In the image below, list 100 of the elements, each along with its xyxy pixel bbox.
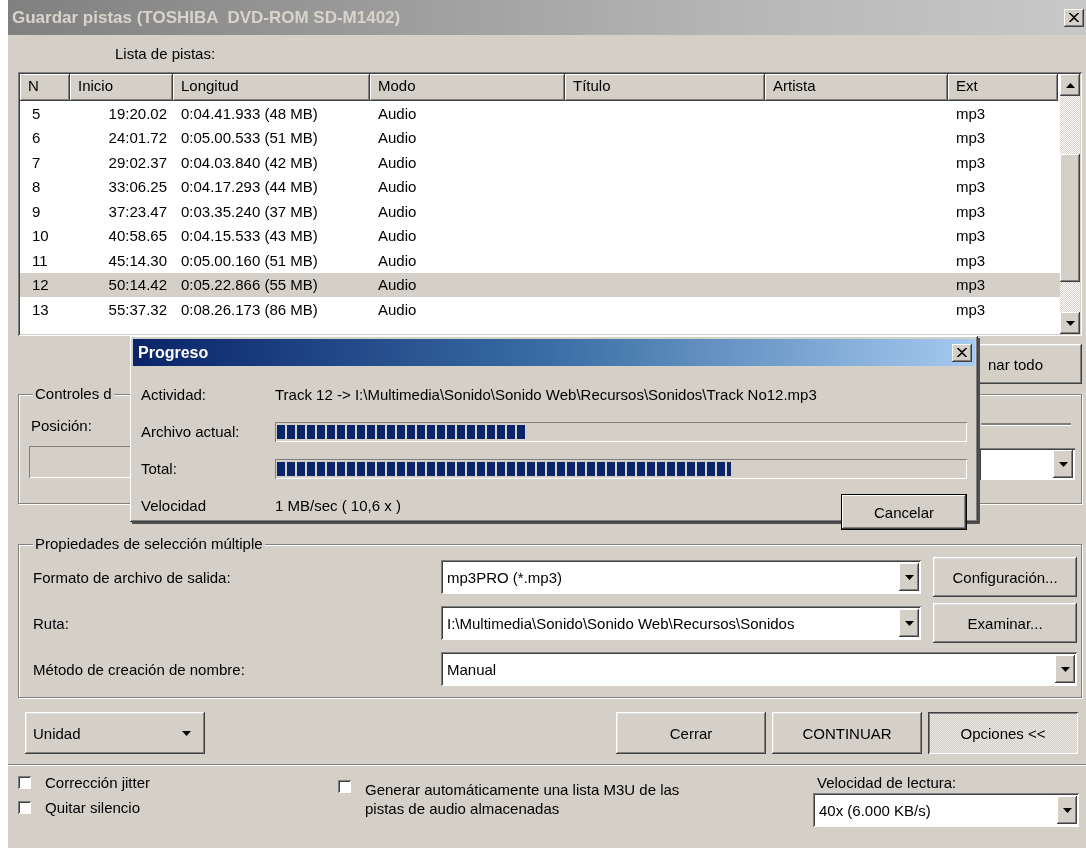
slider-track[interactable] bbox=[981, 423, 1071, 426]
checkbox-option[interactable]: Corrección jitter bbox=[18, 774, 338, 791]
dropdown-arrow-icon bbox=[1060, 666, 1070, 672]
table-cell: mp3 bbox=[956, 104, 986, 122]
dropdown-field[interactable]: Manual bbox=[441, 652, 1077, 686]
track-row[interactable]: 6 24:01.72 0:05.00.533 (51 MB) Audio mp3 bbox=[20, 125, 1060, 150]
table-cell: 5 bbox=[32, 104, 41, 122]
checkbox[interactable] bbox=[18, 776, 31, 789]
field-label: Velocidad bbox=[141, 497, 208, 514]
group-title: Propiedades de selección múltiple bbox=[33, 535, 265, 552]
table-cell: 55:37.32 bbox=[108, 300, 167, 318]
dropdown-arrow-icon bbox=[1058, 461, 1068, 467]
checkbox-option[interactable]: Generar automáticamente una lista M3U de las pistas de audio almacenadas bbox=[338, 780, 813, 818]
read-speed-label: Velocidad de lectura: bbox=[816, 774, 958, 791]
dropdown-button[interactable] bbox=[899, 609, 920, 637]
table-cell: 0:05.00.160 (51 MB) bbox=[181, 251, 318, 269]
table-cell: 10 bbox=[32, 227, 49, 245]
table-cell: mp3 bbox=[956, 129, 986, 147]
table-cell: mp3 bbox=[956, 153, 986, 171]
column-header[interactable]: Artista bbox=[765, 74, 948, 101]
table-cell: Audio bbox=[378, 251, 417, 269]
track-row[interactable]: 5 19:20.02 0:04.41.933 (48 MB) Audio mp3 bbox=[20, 101, 1060, 126]
scroll-down-button[interactable] bbox=[1060, 312, 1080, 334]
table-cell: 37:23.47 bbox=[108, 202, 167, 220]
caret-icon bbox=[182, 730, 191, 736]
column-header[interactable]: Longitud bbox=[173, 74, 370, 101]
dropdown-field[interactable] bbox=[979, 448, 1075, 480]
table-cell: 7 bbox=[32, 153, 41, 171]
table-cell: 8 bbox=[32, 178, 41, 196]
scroll-thumb[interactable] bbox=[1060, 154, 1080, 282]
table-cell: Audio bbox=[378, 178, 417, 196]
table-cell: mp3 bbox=[956, 178, 986, 196]
checkbox[interactable] bbox=[338, 780, 351, 793]
close-icon bbox=[1069, 13, 1079, 22]
field-value: 1 MB/sec ( 10,6 x ) bbox=[275, 497, 401, 514]
track-row[interactable]: 9 37:23.47 0:03.35.240 (37 MB) Audio mp3 bbox=[20, 199, 1060, 224]
dialog-button[interactable]: CONTINUAR bbox=[772, 712, 922, 754]
column-header[interactable]: N bbox=[20, 74, 70, 101]
drive-dropdown-button[interactable]: Unidad bbox=[25, 712, 205, 754]
down-arrow-icon bbox=[1065, 320, 1075, 326]
field-label: Ruta: bbox=[33, 614, 70, 632]
checkbox-option[interactable]: Quitar silencio bbox=[18, 799, 338, 816]
table-cell: 19:20.02 bbox=[108, 104, 167, 122]
checkbox[interactable] bbox=[18, 801, 31, 814]
column-header[interactable]: Inicio bbox=[70, 74, 173, 101]
table-cell: Audio bbox=[378, 104, 417, 122]
table-cell: 40:58.65 bbox=[108, 227, 167, 245]
table-cell: 0:04.15.533 (43 MB) bbox=[181, 227, 318, 245]
dialog-button[interactable]: Cerrar bbox=[616, 712, 766, 754]
table-cell: 45:14.30 bbox=[108, 251, 167, 269]
action-button[interactable]: Configuración... bbox=[933, 557, 1077, 597]
dropdown-button[interactable] bbox=[1057, 796, 1077, 824]
field-label: Método de creación de nombre: bbox=[33, 660, 246, 678]
column-header[interactable]: Título bbox=[565, 74, 765, 101]
table-cell: Audio bbox=[378, 129, 417, 147]
close-button[interactable] bbox=[952, 343, 972, 362]
track-row[interactable]: 12 50:14.42 0:05.22.866 (55 MB) Audio mp3 bbox=[20, 272, 1060, 297]
table-cell: 6 bbox=[32, 129, 41, 147]
dropdown-button[interactable] bbox=[899, 563, 920, 591]
field-label: Actividad: bbox=[141, 386, 208, 403]
table-cell: 13 bbox=[32, 300, 49, 318]
table-cell: 11 bbox=[32, 251, 48, 269]
track-row[interactable]: 13 55:37.32 0:08.26.173 (86 MB) Audio mp3 bbox=[20, 297, 1060, 322]
table-cell: 50:14.42 bbox=[108, 276, 167, 294]
table-cell: 24:01.72 bbox=[108, 129, 167, 147]
track-row[interactable]: 10 40:58.65 0:04.15.533 (43 MB) Audio mp3 bbox=[20, 223, 1060, 248]
field-label: Formato de archivo de salida: bbox=[33, 568, 232, 586]
table-cell: mp3 bbox=[956, 251, 986, 269]
position-label: Posición: bbox=[31, 417, 92, 434]
table-cell: Audio bbox=[378, 202, 417, 220]
table-cell: 33:06.25 bbox=[108, 178, 167, 196]
field-label: Archivo actual: bbox=[141, 423, 241, 440]
table-cell: 0:08.26.173 (86 MB) bbox=[181, 300, 318, 318]
table-cell: Audio bbox=[378, 300, 417, 318]
action-button[interactable]: Examinar... bbox=[933, 603, 1077, 643]
scroll-up-button[interactable] bbox=[1060, 74, 1080, 96]
cancel-button[interactable]: Cancelar bbox=[841, 494, 967, 530]
table-cell: mp3 bbox=[956, 202, 986, 220]
column-header[interactable]: Ext bbox=[948, 74, 1058, 101]
field-value: Track 12 -> I:\Multimedia\Sonido\Sonido Web\Recursos\Sonidos\Track No12.mp3 bbox=[275, 386, 817, 403]
dropdown-arrow-icon bbox=[904, 620, 914, 626]
track-row[interactable]: 7 29:02.37 0:04.03.840 (42 MB) Audio mp3 bbox=[20, 150, 1060, 175]
track-row[interactable]: 8 33:06.25 0:04.17.293 (44 MB) Audio mp3 bbox=[20, 174, 1060, 199]
track-list-label: Lista de pistas: bbox=[114, 44, 217, 64]
dropdown-button[interactable] bbox=[1053, 450, 1073, 478]
field-label: Total: bbox=[141, 460, 178, 477]
up-arrow-icon bbox=[1065, 82, 1075, 88]
close-button[interactable] bbox=[1064, 8, 1084, 27]
dialog-button[interactable]: Opciones << bbox=[928, 712, 1078, 754]
dropdown-button[interactable] bbox=[1055, 655, 1075, 683]
column-header[interactable]: Modo bbox=[370, 74, 565, 101]
track-list[interactable] bbox=[18, 72, 1082, 336]
table-cell: mp3 bbox=[956, 276, 986, 294]
scrollbar[interactable] bbox=[1060, 74, 1080, 334]
dropdown-field[interactable]: I:\Multimedia\Sonido\Sonido Web\Recursos\Sonidos bbox=[441, 606, 922, 640]
dropdown-field[interactable]: mp3PRO (*.mp3) bbox=[441, 560, 922, 594]
table-cell: 0:03.35.240 (37 MB) bbox=[181, 202, 318, 220]
read-speed-dropdown[interactable]: 40x (6.000 KB/s) bbox=[813, 793, 1079, 827]
track-row[interactable]: 11 45:14.30 0:05.00.160 (51 MB) Audio mp3 bbox=[20, 248, 1060, 273]
dialog-title: Progreso bbox=[138, 343, 209, 362]
